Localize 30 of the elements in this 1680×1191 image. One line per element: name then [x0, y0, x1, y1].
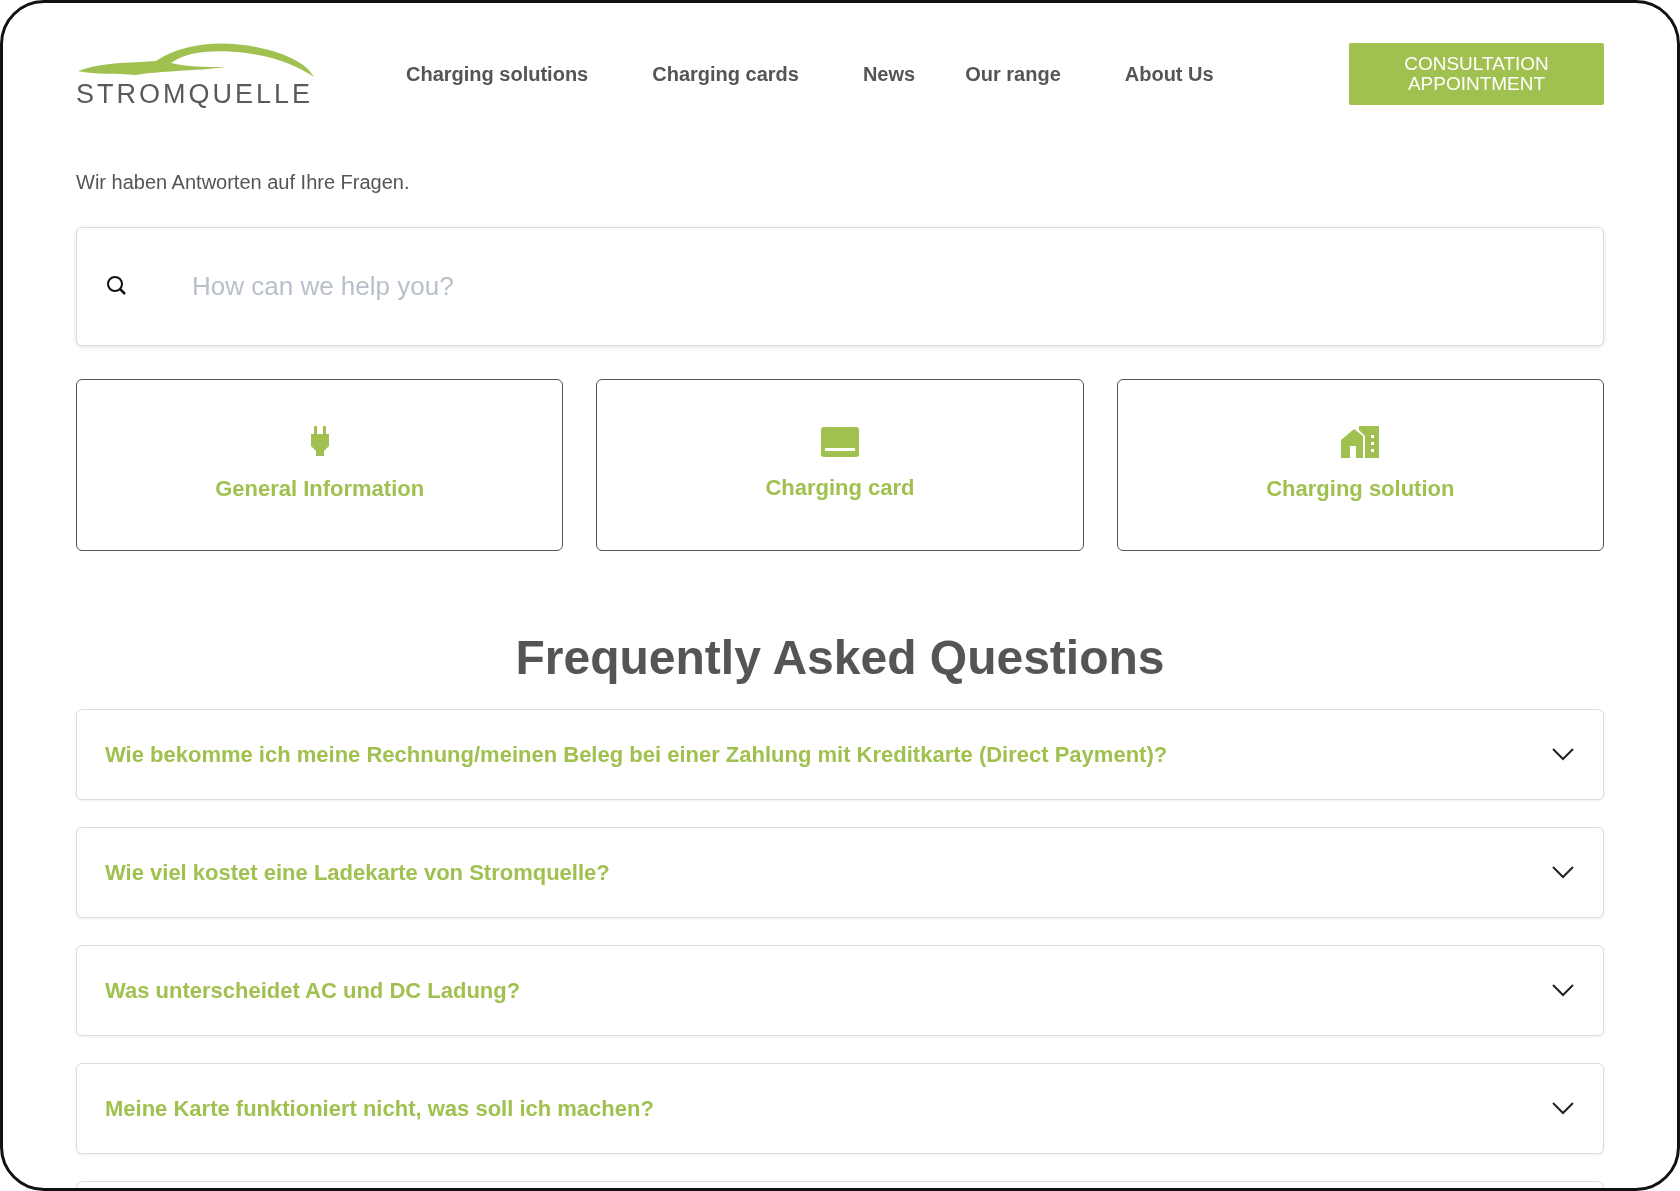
- chevron-icon: [1551, 747, 1575, 762]
- faq-question: Was unterscheidet AC und DC Ladung?: [105, 976, 521, 1005]
- search-field[interactable]: How can we help you?: [76, 227, 1604, 346]
- plug-icon: [308, 425, 331, 458]
- search-icon: [106, 275, 128, 297]
- faq-item[interactable]: Was unterscheidet AC und DC Ladung?: [76, 944, 1604, 1036]
- logo-text: STROMQUELLE: [76, 80, 315, 108]
- faq-item[interactable]: Wie bekomme ich meine Rechnung/meinen Beleg bei einer Zahlung mit Kreditkarte (Direct Payment)?: [76, 708, 1604, 800]
- consultation-button[interactable]: CONSULTATION APPOINTMENT: [1349, 43, 1604, 105]
- card-icon: [821, 426, 859, 457]
- nav-link[interactable]: News: [862, 59, 916, 89]
- nav-link[interactable]: Our range: [965, 59, 1061, 89]
- intro-text: Wir haben Antworten auf Ihre Fragen.: [76, 170, 411, 195]
- nav-link[interactable]: Charging solutions: [406, 59, 589, 89]
- faq-question: Wie bekomme ich meine Rechnung/meinen Beleg bei einer Zahlung mit Kreditkarte (Direct Payment)?: [105, 740, 1168, 769]
- chevron-icon: [1551, 865, 1575, 880]
- logo[interactable]: STROMQUELLE: [76, 40, 316, 108]
- category-card[interactable]: General Information: [76, 379, 564, 551]
- house-icon: [1341, 425, 1380, 458]
- nav-link[interactable]: About Us: [1124, 59, 1214, 89]
- category-card[interactable]: Charging card: [596, 379, 1084, 551]
- nav-link[interactable]: Charging cards: [652, 59, 799, 89]
- chevron-icon: [1551, 983, 1575, 998]
- faq-question: Wie viel kostet eine Ladekarte von Stromquelle?: [105, 858, 610, 887]
- chevron-icon: [1551, 1101, 1575, 1116]
- faq-item[interactable]: Wie viel kostet eine Ladekarte von Stromquelle?: [76, 826, 1604, 918]
- category-card[interactable]: Charging solution: [1116, 379, 1604, 551]
- section-heading: Frequently Asked Questions: [514, 630, 1166, 686]
- faq-item[interactable]: Meine Karte funktioniert nicht, was soll ich machen?: [76, 1062, 1604, 1154]
- faq-question: Meine Karte funktioniert nicht, was soll ich machen?: [105, 1094, 654, 1123]
